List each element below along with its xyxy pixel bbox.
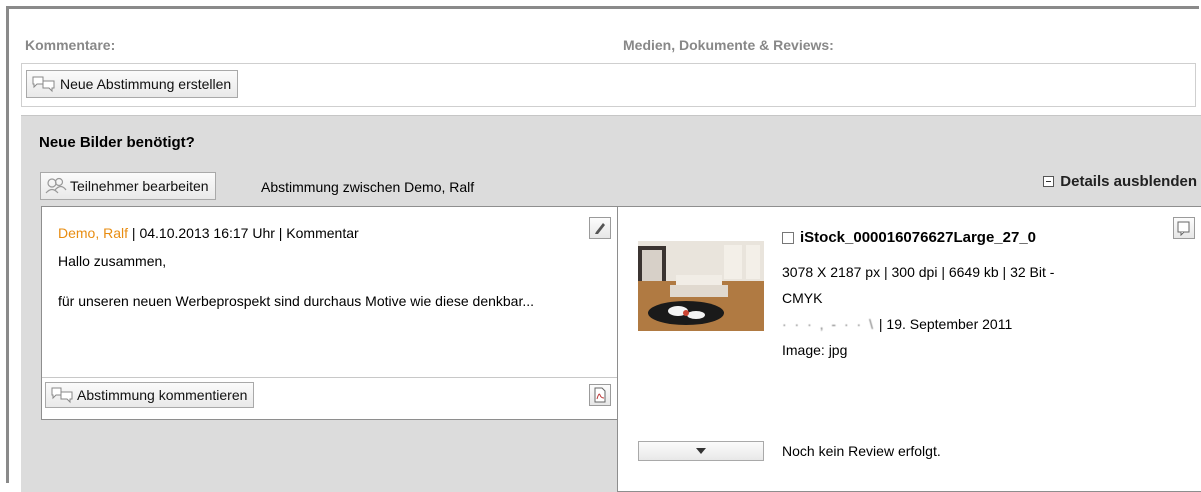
media-card: iStock_000016076627Large_27_0 3078 X 218… bbox=[617, 206, 1201, 492]
collapse-icon bbox=[1043, 176, 1055, 187]
new-vote-button[interactable]: Neue Abstimmung erstellen bbox=[26, 70, 239, 98]
comment-line-2: für unseren neuen Werbeprospekt sind dur… bbox=[58, 293, 535, 309]
details-toggle[interactable]: Details ausblenden bbox=[1043, 173, 1197, 190]
media-filename-text: iStock_000016076627Large_27_0 bbox=[800, 229, 1037, 246]
vote-speech-icon bbox=[32, 76, 55, 93]
comment-footer: Abstimmung kommentieren bbox=[42, 377, 622, 408]
media-filename[interactable]: iStock_000016076627Large_27_0 bbox=[782, 229, 1036, 246]
edit-comment-button[interactable] bbox=[589, 217, 611, 239]
comment-meta: Demo, Ralf | 04.10.2013 16:17 Uhr | Komm… bbox=[58, 225, 359, 241]
bedroom-thumbnail[interactable] bbox=[638, 241, 764, 331]
comments-heading: Kommentare: bbox=[25, 37, 116, 53]
people-icon bbox=[45, 177, 67, 194]
pencil-icon bbox=[595, 223, 605, 234]
vote-panel-frame: Kommentare: Medien, Dokumente & Reviews:… bbox=[6, 6, 1201, 492]
comment-body: Hallo zusammen, für unseren neuen Werbep… bbox=[58, 251, 578, 311]
review-status: Noch kein Review erfolgt. bbox=[782, 443, 941, 459]
review-dropdown[interactable] bbox=[638, 441, 764, 461]
toolbar: Neue Abstimmung erstellen bbox=[21, 63, 1196, 107]
comment-author[interactable]: Demo, Ralf bbox=[58, 225, 128, 241]
document-icon bbox=[1177, 221, 1190, 236]
vote-speech-icon bbox=[51, 387, 73, 404]
media-info: 3078 X 2187 px | 300 dpi | 6649 kb | 32 … bbox=[782, 259, 1082, 363]
media-source-date: · · · , - · · \ | 19. September 2011 bbox=[782, 311, 1082, 337]
media-type: Image: jpg bbox=[782, 342, 848, 358]
comment-vote-label: Abstimmung kommentieren bbox=[77, 387, 248, 403]
pdf-icon bbox=[594, 387, 606, 403]
pdf-export-button[interactable] bbox=[589, 384, 611, 406]
vote-participants-text: Abstimmung zwischen Demo, Ralf bbox=[261, 179, 475, 195]
caret-down-icon bbox=[696, 448, 706, 454]
new-vote-label: Neue Abstimmung erstellen bbox=[60, 76, 232, 92]
media-specs: 3078 X 2187 px | 300 dpi | 6649 kb | 32 … bbox=[782, 264, 1055, 306]
comment-card: Demo, Ralf | 04.10.2013 16:17 Uhr | Komm… bbox=[41, 206, 623, 420]
comment-date: | 04.10.2013 16:17 Uhr | Kommentar bbox=[128, 225, 359, 241]
media-date: | 19. September 2011 bbox=[878, 316, 1013, 332]
media-heading: Medien, Dokumente & Reviews: bbox=[623, 37, 834, 53]
edit-participants-button[interactable]: Teilnehmer bearbeiten bbox=[40, 172, 216, 200]
vote-container: Neue Bilder benötigt? Teilnehmer bearbei… bbox=[21, 115, 1201, 492]
vote-title: Neue Bilder benötigt? bbox=[39, 134, 195, 151]
media-action-button[interactable] bbox=[1173, 217, 1195, 239]
edit-participants-label: Teilnehmer bearbeiten bbox=[70, 178, 209, 194]
section-headers: Kommentare: Medien, Dokumente & Reviews: bbox=[21, 37, 1199, 57]
comment-line-1: Hallo zusammen, bbox=[58, 253, 167, 269]
media-select-checkbox[interactable] bbox=[782, 231, 794, 244]
media-source-blurred: · · · , - · · \ bbox=[782, 316, 875, 332]
details-toggle-label: Details ausblenden bbox=[1060, 173, 1197, 190]
comment-vote-button[interactable]: Abstimmung kommentieren bbox=[45, 382, 255, 408]
